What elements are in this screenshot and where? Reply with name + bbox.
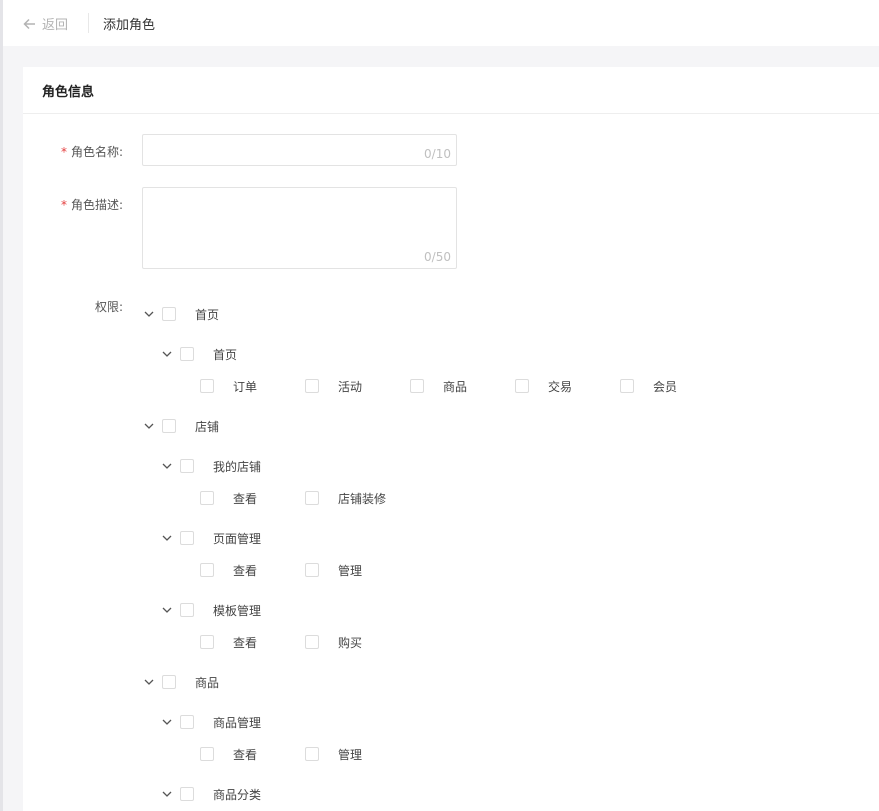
tree-label-home: 首页 <box>195 308 220 322</box>
tree-label-shop: 店铺 <box>195 420 220 434</box>
perm-label-trade: 交易 <box>548 380 573 394</box>
checkbox-home[interactable] <box>162 307 176 321</box>
section-title: 角色信息 <box>42 85 95 100</box>
required-mark: * <box>60 145 67 159</box>
top-bar: 返回 添加角色 <box>3 0 879 46</box>
role-desc-label: * 角色描述: <box>60 198 123 212</box>
perm-label-activity: 活动 <box>338 380 363 394</box>
checkbox-my-shop-view[interactable] <box>200 491 214 505</box>
back-button[interactable]: 返回 <box>23 14 68 33</box>
back-label: 返回 <box>42 18 69 33</box>
left-sidebar-edge <box>0 0 3 811</box>
checkbox-trade[interactable] <box>515 379 529 393</box>
chevron-down-icon[interactable] <box>143 420 155 432</box>
tree-label-goods-category: 商品分类 <box>213 788 262 802</box>
chevron-down-icon[interactable] <box>143 676 155 688</box>
role-desc-textarea[interactable]: 0/50 <box>142 187 457 269</box>
tree-label-goods-mgmt: 商品管理 <box>213 716 262 730</box>
required-mark: * <box>60 198 67 212</box>
checkbox-page-mgmt[interactable] <box>180 531 194 545</box>
checkbox-shop[interactable] <box>162 419 176 433</box>
checkbox-page-manage[interactable] <box>305 563 319 577</box>
role-name-counter: 0/10 <box>424 147 451 161</box>
checkbox-goods-manage[interactable] <box>305 747 319 761</box>
checkbox-goods-category[interactable] <box>180 787 194 801</box>
role-info-card: 角色信息 * 角色名称: 0/10 * 角色描述: 0/50 权限: 首页 首页 订… <box>23 67 879 811</box>
tree-label-page-mgmt: 页面管理 <box>213 532 262 546</box>
role-desc-counter: 0/50 <box>424 250 451 264</box>
perm-label-view: 查看 <box>233 636 258 650</box>
tree-label-template-mgmt: 模板管理 <box>213 604 262 618</box>
arrow-left-icon <box>23 18 35 29</box>
checkbox-goods-group[interactable] <box>162 675 176 689</box>
checkbox-member[interactable] <box>620 379 634 393</box>
page-title: 添加角色 <box>103 18 156 33</box>
card-header: 角色信息 <box>23 67 879 114</box>
checkbox-goods-view[interactable] <box>200 747 214 761</box>
checkbox-page-view[interactable] <box>200 563 214 577</box>
chevron-down-icon[interactable] <box>161 348 173 360</box>
role-name-input[interactable]: 0/10 <box>142 134 457 166</box>
chevron-down-icon[interactable] <box>161 716 173 728</box>
chevron-down-icon[interactable] <box>161 460 173 472</box>
checkbox-orders[interactable] <box>200 379 214 393</box>
role-name-label: * 角色名称: <box>60 145 123 159</box>
checkbox-template-buy[interactable] <box>305 635 319 649</box>
chevron-down-icon[interactable] <box>161 604 173 616</box>
checkbox-template-view[interactable] <box>200 635 214 649</box>
perm-label-view: 查看 <box>233 748 258 762</box>
tree-label-my-shop: 我的店铺 <box>213 460 262 474</box>
perm-label-member: 会员 <box>653 380 678 394</box>
checkbox-shop-decoration[interactable] <box>305 491 319 505</box>
checkbox-activity[interactable] <box>305 379 319 393</box>
chevron-down-icon[interactable] <box>161 788 173 800</box>
perm-label-orders: 订单 <box>233 380 258 394</box>
tree-label-home-sub: 首页 <box>213 348 238 362</box>
checkbox-template-mgmt[interactable] <box>180 603 194 617</box>
perm-label-view: 查看 <box>233 564 258 578</box>
chevron-down-icon[interactable] <box>143 308 155 320</box>
perm-label-manage: 管理 <box>338 564 363 578</box>
checkbox-goods-mgmt[interactable] <box>180 715 194 729</box>
perm-label-manage: 管理 <box>338 748 363 762</box>
chevron-down-icon[interactable] <box>161 532 173 544</box>
tree-label-goods: 商品 <box>195 676 220 690</box>
perm-label-goods: 商品 <box>443 380 468 394</box>
perm-label-shop-decoration: 店铺装修 <box>338 492 387 506</box>
checkbox-my-shop[interactable] <box>180 459 194 473</box>
checkbox-home-sub[interactable] <box>180 347 194 361</box>
permission-label: 权限: <box>94 300 123 314</box>
perm-label-buy: 购买 <box>338 636 363 650</box>
perm-label-view: 查看 <box>233 492 258 506</box>
checkbox-goods[interactable] <box>410 379 424 393</box>
divider <box>88 13 89 33</box>
